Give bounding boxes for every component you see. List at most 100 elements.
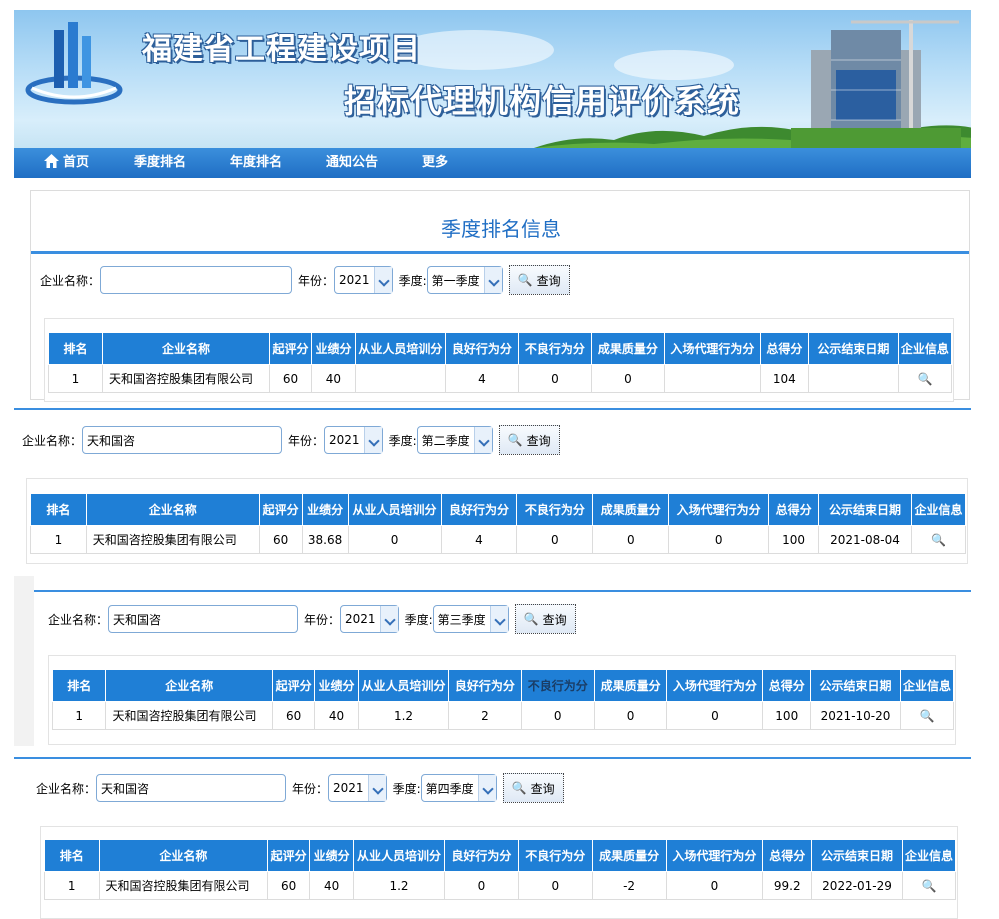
magnifier-icon[interactable]: 🔍 xyxy=(917,372,932,386)
table-cell: 0 xyxy=(592,525,670,554)
search-bar-q3: 企业名称： 年份： 2021 季度: 第三季度 🔍查询 xyxy=(48,604,576,634)
quarter-value: 第四季度 xyxy=(425,781,474,796)
company-name-input[interactable] xyxy=(100,266,293,294)
column-header: 企业名称 xyxy=(101,332,270,365)
column-header: 公示结束日期 xyxy=(811,839,903,872)
table-cell: 0 xyxy=(668,525,770,554)
quarter-value: 第二季度 xyxy=(421,433,470,448)
table-cell: 40 xyxy=(310,364,356,393)
company-info-cell[interactable]: 🔍 xyxy=(899,701,955,730)
company-info-cell[interactable]: 🔍 xyxy=(897,364,953,393)
column-header: 公示结束日期 xyxy=(810,669,901,702)
magnifier-icon[interactable]: 🔍 xyxy=(921,879,936,893)
year-select[interactable]: 2021 xyxy=(328,774,387,802)
company-name-input[interactable] xyxy=(96,774,287,802)
table-cell: 2021-10-20 xyxy=(810,701,901,730)
column-header: 企业名称 xyxy=(105,669,274,702)
column-header: 总得分 xyxy=(768,493,820,526)
search-bar-q2: 企业名称： 年份： 2021 季度: 第二季度 🔍查询 xyxy=(22,425,560,455)
column-header: 入场代理行为分 xyxy=(666,669,764,702)
column-header: 起评分 xyxy=(258,493,303,526)
year-value: 2021 xyxy=(329,433,360,447)
column-header: 排名 xyxy=(48,332,103,365)
column-header: 从业人员培训分 xyxy=(353,839,446,872)
nav-item-home[interactable]: 首页 xyxy=(44,148,89,178)
side-shade xyxy=(14,576,34,746)
chevron-down-icon xyxy=(363,427,382,453)
logo-icon xyxy=(25,22,123,105)
nav-item-label: 首页 xyxy=(63,155,90,170)
table-cell: 0 xyxy=(517,364,592,393)
ranking-table-q4: 排名 企业名称 起评分 业绩分 从业人员培训分 良好行为分 不良行为分 成果质量分 入场代理行为… xyxy=(44,839,957,900)
table-cell: 40 xyxy=(314,701,360,730)
table-cell: -2 xyxy=(591,871,667,900)
column-header: 企业信息 xyxy=(899,669,955,702)
year-value: 2021 xyxy=(339,273,370,287)
table-cell: 0 xyxy=(516,525,594,554)
year-select[interactable]: 2021 xyxy=(334,266,393,294)
column-header: 业绩分 xyxy=(314,669,360,702)
company-name-cell: 天和国咨控股集团有限公司 xyxy=(98,871,269,900)
nav-item-notices[interactable]: 通知公告 xyxy=(326,148,378,178)
table-cell: 0 xyxy=(590,364,665,393)
query-button[interactable]: 🔍 查询 xyxy=(508,265,570,295)
divider xyxy=(14,757,971,759)
query-button[interactable]: 🔍 查询 xyxy=(498,425,560,455)
chevron-down-icon xyxy=(473,427,492,453)
column-header: 公示结束日期 xyxy=(818,493,912,526)
column-header: 总得分 xyxy=(762,669,812,702)
table-row: 1 天和国咨控股集团有限公司 60 38.68 0 4 0 0 0 100 2021-08-04 🔍 xyxy=(30,525,967,554)
column-header: 企业名称 xyxy=(98,839,269,872)
table-cell: 2022-01-29 xyxy=(811,871,903,900)
header-banner: 福建省工程建设项目 招标代理机构信用评价系统 xyxy=(14,10,971,148)
company-info-cell[interactable]: 🔍 xyxy=(910,525,967,554)
company-name-input[interactable] xyxy=(108,605,299,633)
quarter-select[interactable]: 第一季度 xyxy=(426,266,503,294)
site-title-line1: 福建省工程建设项目 xyxy=(142,32,421,67)
divider xyxy=(34,590,971,592)
table-row: 1 天和国咨控股集团有限公司 60 40 1.2 2 0 0 0 100 2021-10-20 🔍 xyxy=(51,701,955,730)
query-button[interactable]: 🔍 查询 xyxy=(514,604,576,634)
table-cell: 0 xyxy=(347,525,442,554)
table-cell: 1 xyxy=(30,525,87,554)
chevron-down-icon xyxy=(483,267,502,293)
year-label: 年份： xyxy=(304,612,341,627)
query-button-label: 查询 xyxy=(542,612,567,627)
table-cell: 60 xyxy=(272,701,316,730)
quarter-select[interactable]: 第三季度 xyxy=(432,605,509,633)
table-cell: 0 xyxy=(444,871,519,900)
query-button-label: 查询 xyxy=(536,273,561,288)
column-header: 企业名称 xyxy=(85,493,260,526)
company-info-cell[interactable]: 🔍 xyxy=(901,871,957,900)
chevron-down-icon xyxy=(367,775,386,801)
column-header: 良好行为分 xyxy=(448,669,522,702)
column-header: 起评分 xyxy=(267,839,311,872)
nav-item-annual[interactable]: 年度排名 xyxy=(230,148,282,178)
nav-item-quarterly[interactable]: 季度排名 xyxy=(134,148,186,178)
table-cell: 1 xyxy=(48,364,103,393)
year-select[interactable]: 2021 xyxy=(324,426,383,454)
column-header: 入场代理行为分 xyxy=(665,839,764,872)
company-name-label: 企业名称： xyxy=(40,273,101,288)
query-button[interactable]: 🔍 查询 xyxy=(502,773,564,803)
ranking-table-q2: 排名 企业名称 起评分 业绩分 从业人员培训分 良好行为分 不良行为分 成果质量分 入场代理行为… xyxy=(30,493,967,554)
year-select[interactable]: 2021 xyxy=(340,605,399,633)
column-header: 排名 xyxy=(30,493,87,526)
magnifier-icon[interactable]: 🔍 xyxy=(919,709,934,723)
table-cell: 38.68 xyxy=(301,525,349,554)
company-name-input[interactable] xyxy=(82,426,283,454)
quarter-select[interactable]: 第二季度 xyxy=(416,426,493,454)
quarter-select[interactable]: 第四季度 xyxy=(420,774,497,802)
quarter-value: 第三季度 xyxy=(437,612,486,627)
nav-item-more[interactable]: 更多 xyxy=(422,148,448,178)
year-value: 2021 xyxy=(345,612,376,626)
column-header: 成果质量分 xyxy=(591,839,667,872)
table-cell xyxy=(354,364,446,393)
chevron-down-icon xyxy=(489,606,508,632)
magnifier-icon[interactable]: 🔍 xyxy=(931,533,946,547)
table-cell: 1.2 xyxy=(353,871,446,900)
table-cell: 4 xyxy=(444,364,519,393)
search-icon: 🔍 xyxy=(523,612,539,626)
column-header: 总得分 xyxy=(762,839,813,872)
query-button-label: 查询 xyxy=(526,433,551,448)
